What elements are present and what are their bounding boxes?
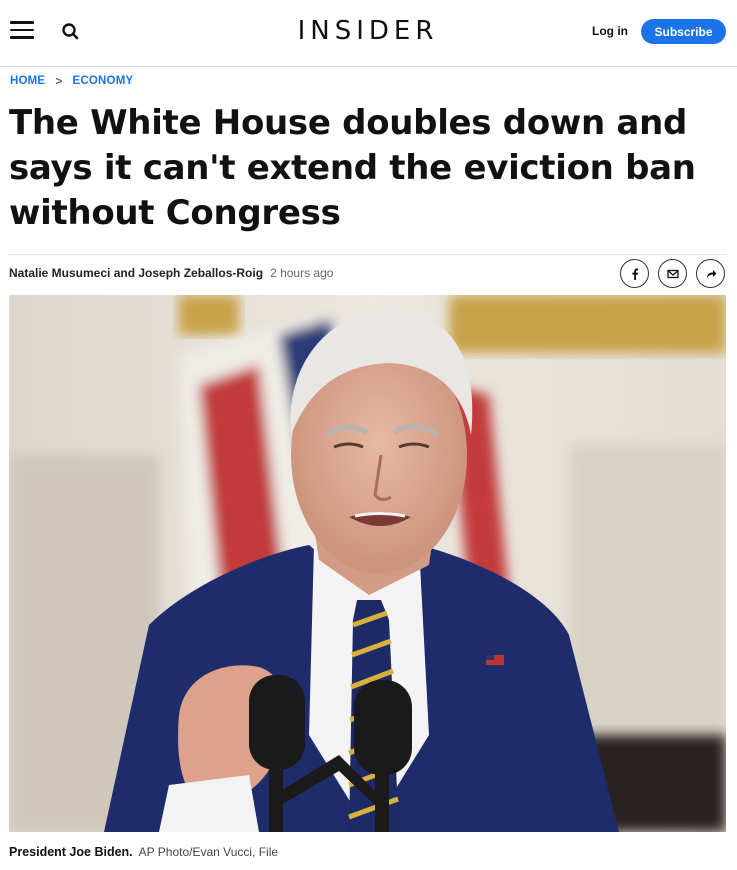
more-share-button[interactable] (696, 259, 725, 288)
facebook-icon (631, 268, 638, 280)
breadcrumb: HOME > ECONOMY (10, 74, 133, 88)
subscribe-button[interactable]: Subscribe (641, 19, 726, 44)
login-link[interactable]: Log in (592, 24, 628, 38)
article-hero-image (9, 295, 726, 832)
email-icon (666, 269, 679, 278)
share-icon (706, 269, 716, 278)
breadcrumb-separator: > (55, 74, 63, 88)
divider (9, 254, 726, 255)
article-authors[interactable]: Natalie Musumeci and Joseph Zeballos-Roi… (9, 266, 263, 280)
hamburger-menu-icon[interactable] (10, 21, 34, 41)
photo-credit: AP Photo/Evan Vucci, File (138, 845, 279, 859)
article-headline: The White House doubles down and says it… (9, 103, 696, 233)
facebook-share-button[interactable] (620, 259, 649, 288)
breadcrumb-economy[interactable]: ECONOMY (73, 75, 134, 87)
breadcrumb-home[interactable]: HOME (10, 75, 45, 87)
site-header: INSIDER Log in Subscribe (0, 0, 737, 67)
logo-text: INSIDER (297, 16, 439, 46)
email-share-button[interactable] (658, 259, 687, 288)
image-caption: President Joe Biden. AP Photo/Evan Vucci… (9, 845, 278, 859)
president-photo (9, 295, 726, 832)
article-timestamp: 2 hours ago (270, 266, 334, 280)
search-icon[interactable] (60, 21, 82, 43)
caption-text: President Joe Biden. (9, 845, 133, 859)
site-logo[interactable]: INSIDER (268, 0, 468, 67)
byline: Natalie Musumeci and Joseph Zeballos-Roi… (9, 266, 333, 280)
